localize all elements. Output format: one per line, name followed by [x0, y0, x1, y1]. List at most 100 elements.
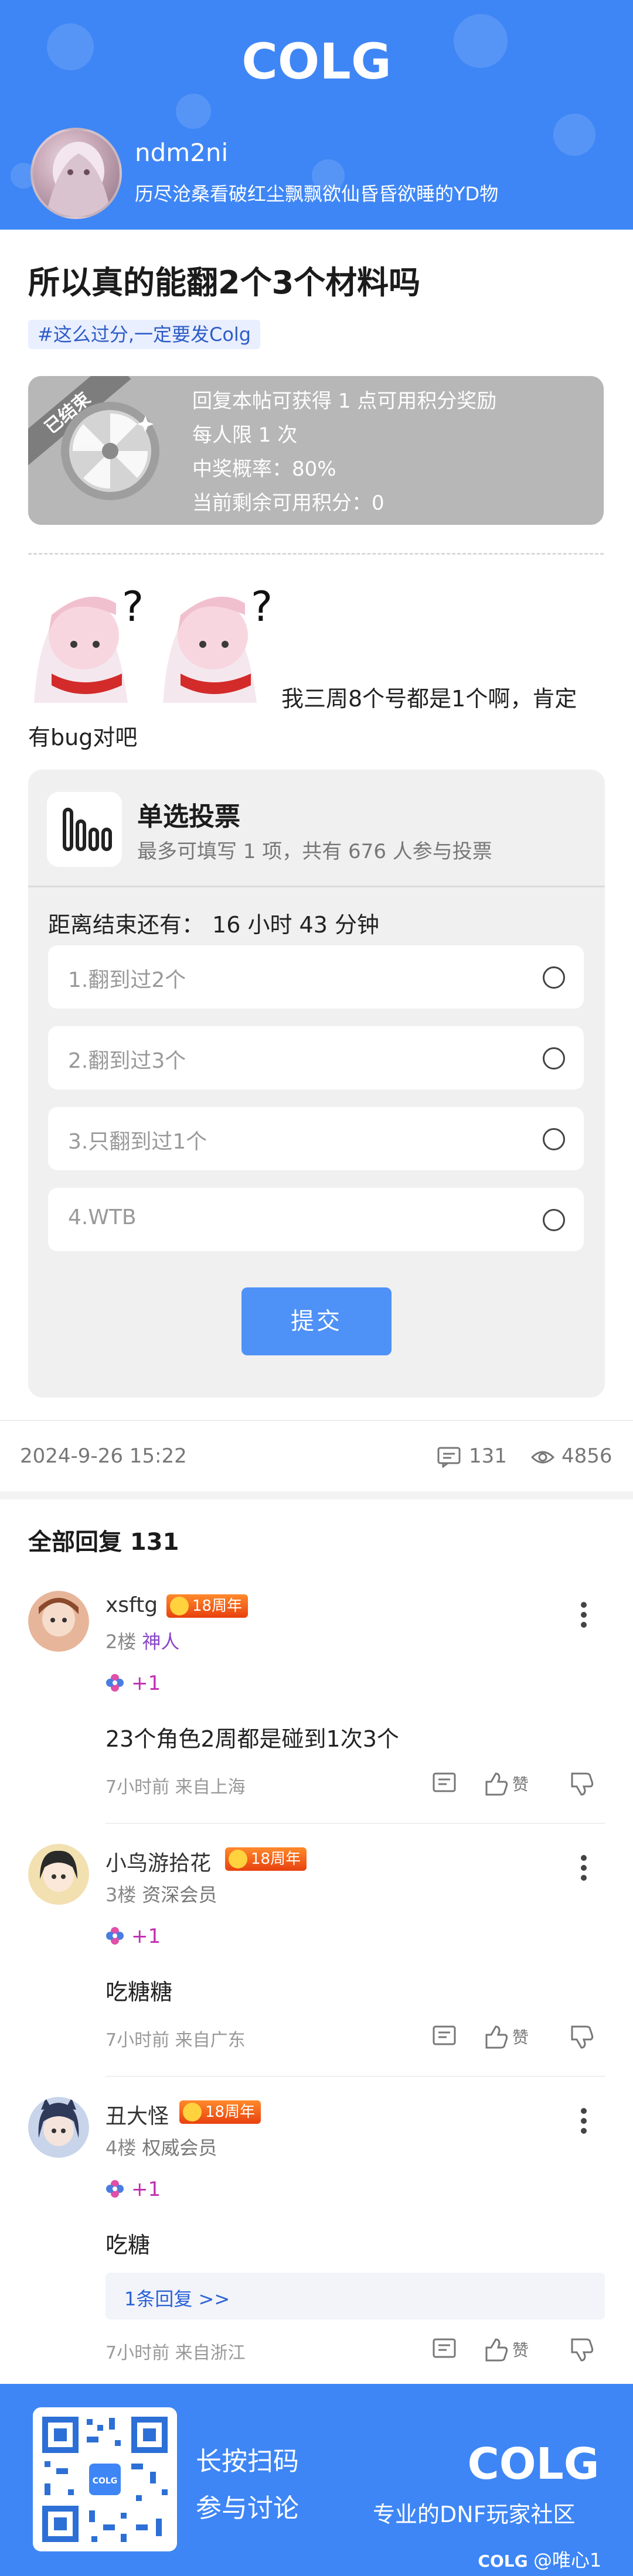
reply-actions: 赞 [433, 2338, 594, 2362]
badge-icon [229, 1850, 247, 1868]
reply-actions: 赞 [433, 1772, 594, 1796]
svg-text:COLG: COLG [241, 33, 392, 89]
header: COLG ndm2ni 历尽沧桑看破红尘飘飘欲仙昏昏欲睡的YD物 [0, 0, 633, 230]
radio-button[interactable] [543, 1209, 565, 1231]
poll-divider [28, 886, 605, 887]
more-menu-icon[interactable] [578, 1853, 590, 1883]
poll-option-label: 4.WTB [68, 1205, 137, 1229]
reward-card: 已结束 回复本帖可获得 1 点可用积分奖励 每人限 1 次 中奖概率：80% 当… [28, 376, 604, 525]
reply-username[interactable]: 小鸟游拾花 [106, 1846, 211, 1877]
reply-comment-icon[interactable] [433, 1772, 456, 1792]
poll-option-label: 3.只翻到过1个 [68, 1130, 207, 1154]
reply-text: 吃糖糖 [106, 1979, 173, 2005]
reward-line: 每人限 1 次 [192, 423, 298, 447]
anniversary-badge: 18周年 [225, 1847, 307, 1871]
view-count: 4856 [561, 1444, 612, 1468]
credit-text: @唯心1 [533, 2549, 602, 2571]
post-title: 所以真的能翻2个3个材料吗 [28, 264, 421, 301]
reply-floor: 4楼 权威会员 [106, 2133, 217, 2160]
reply-comment-icon[interactable] [433, 2338, 456, 2358]
reply-avatar[interactable] [28, 1591, 89, 1652]
user-role: 神人 [142, 1631, 180, 1653]
footer-colg-logo: COLG [467, 2439, 599, 2487]
plus-value: +1 [131, 1925, 161, 1948]
dislike-icon[interactable] [571, 2025, 594, 2049]
author-username[interactable]: ndm2ni [135, 138, 228, 167]
poll-option[interactable]: 1.翻到过2个 [48, 945, 584, 1009]
footer-discuss-text: 参与讨论 [196, 2493, 299, 2523]
anniversary-badge: 18周年 [179, 2100, 261, 2124]
svg-text:COLG: COLG [93, 2476, 118, 2486]
reply-plus-one: +1 [106, 1925, 161, 1948]
lottery-wheel-icon [61, 402, 159, 500]
colg-logo[interactable]: COLG [234, 33, 399, 89]
reply-text: 23个角色2周都是碰到1次3个 [106, 1726, 399, 1752]
floor-number: 3楼 [106, 1884, 137, 1906]
badge-label: 18周年 [192, 1597, 243, 1615]
author-signature: 历尽沧桑看破红尘飘飘欲仙昏昏欲睡的YD物 [135, 183, 499, 205]
more-menu-icon[interactable] [578, 1600, 590, 1629]
comment-count: 131 [469, 1444, 507, 1468]
reply-time: 7小时前 来自浙江 [106, 2343, 246, 2363]
like-label[interactable]: 赞 [512, 1775, 529, 1794]
like-label[interactable]: 赞 [512, 2341, 529, 2360]
post-tag[interactable]: #这么过分,一定要发Colg [28, 320, 261, 349]
like-icon[interactable] [485, 2025, 508, 2049]
poll-submit-button[interactable]: 提交 [241, 1287, 392, 1355]
plus-value: +1 [131, 2178, 161, 2201]
replies-header: 全部回复 131 [28, 1529, 179, 1556]
flower-icon [106, 2180, 124, 2198]
reward-lines: 回复本帖可获得 1 点可用积分奖励 每人限 1 次 中奖概率：80% 当前剩余可… [192, 384, 496, 520]
flower-icon [106, 1927, 124, 1945]
reply-plus-one: +1 [106, 2178, 161, 2201]
badge-icon [183, 2103, 202, 2121]
radio-button[interactable] [543, 1128, 565, 1150]
poll-option[interactable]: 3.只翻到过1个 [48, 1107, 584, 1170]
poll-option[interactable]: 4.WTB [48, 1188, 584, 1251]
floor-number: 2楼 [106, 1631, 137, 1653]
user-role: 权威会员 [142, 2137, 217, 2159]
eye-icon [531, 1451, 554, 1464]
reply-time: 7小时前 来自上海 [106, 1777, 246, 1798]
sub-reply-label[interactable]: 1条回复 >> [124, 2284, 230, 2311]
like-icon[interactable] [485, 1772, 508, 1796]
like-icon[interactable] [485, 2338, 508, 2362]
dislike-icon[interactable] [571, 1772, 594, 1796]
poll-option[interactable]: 2.翻到过3个 [48, 1026, 584, 1089]
reply-item: 小鸟游拾花 18周年 3楼 资深会员 +1 吃糖糖 7小时前 来自广东 赞 [0, 1844, 633, 2078]
more-menu-icon[interactable] [578, 2106, 590, 2136]
floor-number: 4楼 [106, 2137, 137, 2159]
svg-text:?: ? [251, 583, 273, 631]
reply-avatar[interactable] [28, 2097, 89, 2158]
countdown-value: 16 小时 43 分钟 [212, 912, 379, 938]
poll-title: 单选投票 [137, 802, 240, 832]
countdown-label: 距离结束还有： [48, 912, 205, 938]
badge-icon [170, 1597, 189, 1615]
plus-value: +1 [131, 1672, 161, 1695]
post-date: 2024-9-26 15:22 [20, 1444, 187, 1468]
radio-button[interactable] [543, 1047, 565, 1070]
reply-item: xsftg 18周年 2楼 神人 +1 23个角色2周都是碰到1次3个 7小时前 … [0, 1591, 633, 1825]
dislike-icon[interactable] [571, 2338, 594, 2362]
reply-actions: 赞 [433, 2025, 594, 2049]
author-avatar[interactable] [30, 128, 122, 219]
reply-comment-icon[interactable] [433, 2025, 456, 2045]
radio-button[interactable] [543, 966, 565, 989]
like-label[interactable]: 赞 [512, 2028, 529, 2047]
post-content-line-1: 我三周8个号都是1个啊，肯定 [281, 686, 577, 712]
section-gap [0, 1491, 633, 1499]
sub-reply-link[interactable]: 1条回复 >> [106, 2273, 605, 2319]
reply-separator [106, 2076, 605, 2077]
reply-username[interactable]: xsftg [106, 1593, 158, 1617]
qr-code[interactable]: COLG [33, 2407, 177, 2551]
footer-tagline: 专业的DNF玩家社区 [373, 2502, 576, 2527]
reply-username[interactable]: 丑大怪 [106, 2099, 169, 2130]
badge-label: 18周年 [251, 1850, 301, 1868]
reward-line: 回复本帖可获得 1 点可用积分奖励 [192, 390, 497, 413]
reply-avatar[interactable] [28, 1844, 89, 1905]
divider [28, 553, 604, 555]
poll-option-label: 2.翻到过3个 [68, 1049, 186, 1073]
mini-colg-logo: COLG [478, 2551, 528, 2570]
poll-countdown: 距离结束还有： 16 小时 43 分钟 [48, 907, 379, 939]
reply-plus-one: +1 [106, 1672, 161, 1695]
